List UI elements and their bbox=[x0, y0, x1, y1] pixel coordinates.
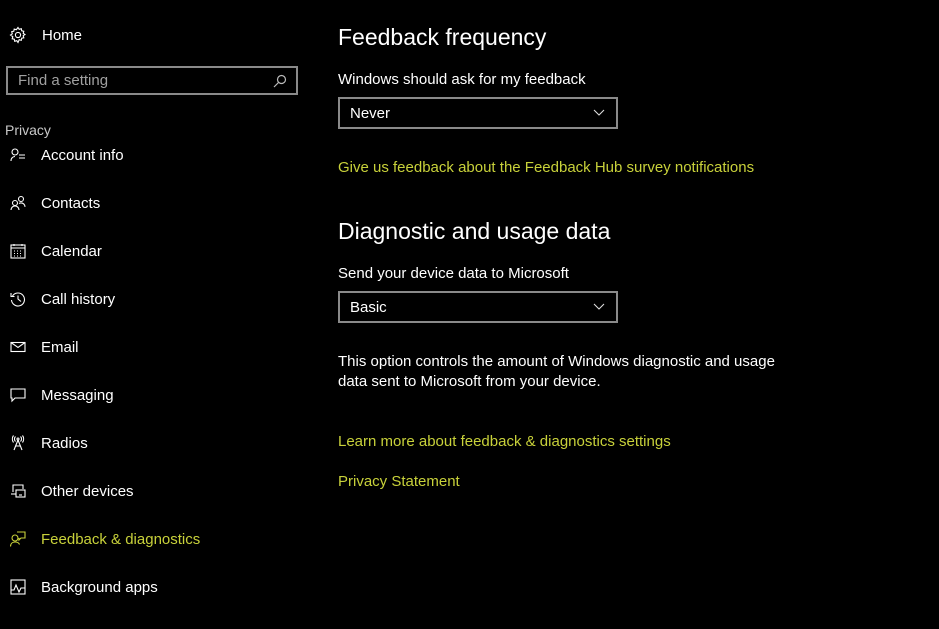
sidebar-item-label: Messaging bbox=[41, 386, 114, 404]
search-icon[interactable] bbox=[270, 71, 290, 91]
email-icon bbox=[8, 337, 28, 357]
sidebar-item-contacts[interactable]: Contacts bbox=[0, 188, 320, 218]
sidebar-item-calendar[interactable]: Calendar bbox=[0, 236, 320, 266]
search-input[interactable] bbox=[8, 72, 270, 89]
privacy-statement-link[interactable]: Privacy Statement bbox=[338, 473, 460, 490]
sidebar: Home Privacy Account info bbox=[0, 0, 320, 629]
feedback-icon bbox=[8, 529, 28, 549]
radios-icon bbox=[8, 433, 28, 453]
home-nav-item[interactable]: Home bbox=[8, 24, 82, 46]
sidebar-item-label: Contacts bbox=[41, 194, 101, 212]
background-apps-icon bbox=[8, 577, 28, 597]
sidebar-item-label: Email bbox=[41, 338, 79, 356]
sidebar-item-label: Call history bbox=[41, 290, 116, 308]
sidebar-item-email[interactable]: Email bbox=[0, 332, 320, 362]
feedback-frequency-heading: Feedback frequency bbox=[338, 24, 547, 50]
sidebar-item-label: Other devices bbox=[41, 482, 134, 500]
sidebar-item-account-info[interactable]: Account info bbox=[0, 140, 320, 170]
sidebar-item-call-history[interactable]: Call history bbox=[0, 284, 320, 314]
sidebar-item-other-devices[interactable]: Other devices bbox=[0, 476, 320, 506]
feedback-hub-survey-link[interactable]: Give us feedback about the Feedback Hub … bbox=[338, 159, 754, 176]
dropdown-value: Never bbox=[350, 104, 391, 122]
account-info-icon bbox=[8, 145, 28, 165]
messaging-icon bbox=[8, 385, 28, 405]
section-label: Privacy bbox=[5, 122, 51, 138]
diagnostic-data-dropdown[interactable]: Basic bbox=[338, 291, 618, 323]
other-devices-icon bbox=[8, 481, 28, 501]
sidebar-item-label: Feedback & diagnostics bbox=[41, 530, 201, 548]
sidebar-item-radios[interactable]: Radios bbox=[0, 428, 320, 458]
dropdown-value: Basic bbox=[350, 298, 387, 316]
diagnostic-description: This option controls the amount of Windo… bbox=[338, 353, 775, 390]
diagnostic-label: Send your device data to Microsoft bbox=[338, 265, 569, 282]
search-box[interactable] bbox=[6, 66, 298, 95]
sidebar-nav: Account info Contacts Calendar Call hist… bbox=[0, 140, 320, 629]
sidebar-item-label: Calendar bbox=[41, 242, 102, 260]
home-label: Home bbox=[42, 26, 83, 44]
gear-icon bbox=[8, 25, 28, 45]
sidebar-item-label: Background apps bbox=[41, 578, 158, 596]
learn-more-link[interactable]: Learn more about feedback & diagnostics … bbox=[338, 433, 671, 450]
sidebar-item-messaging[interactable]: Messaging bbox=[0, 380, 320, 410]
contacts-icon bbox=[8, 193, 28, 213]
calendar-icon bbox=[8, 241, 28, 261]
call-history-icon bbox=[8, 289, 28, 309]
sidebar-item-feedback-diagnostics[interactable]: Feedback & diagnostics bbox=[0, 524, 320, 554]
sidebar-item-background-apps[interactable]: Background apps bbox=[0, 572, 320, 602]
diagnostic-heading: Diagnostic and usage data bbox=[338, 218, 611, 244]
sidebar-item-label: Radios bbox=[41, 434, 88, 452]
feedback-frequency-dropdown[interactable]: Never bbox=[338, 97, 618, 129]
chevron-down-icon bbox=[592, 106, 606, 120]
sidebar-item-label: Account info bbox=[41, 146, 124, 164]
chevron-down-icon bbox=[592, 300, 606, 314]
feedback-frequency-label: Windows should ask for my feedback bbox=[338, 71, 586, 88]
